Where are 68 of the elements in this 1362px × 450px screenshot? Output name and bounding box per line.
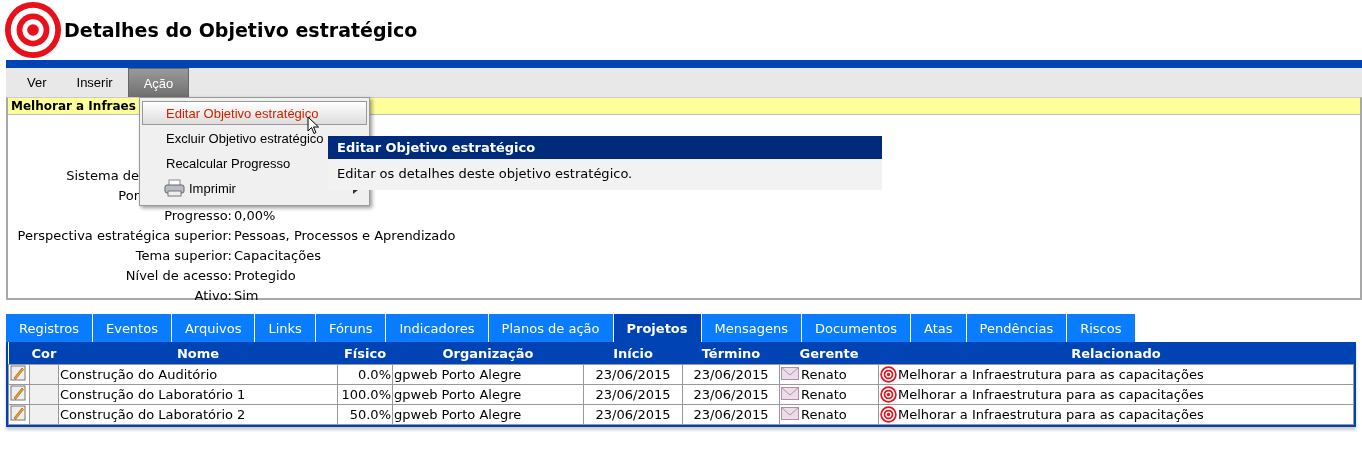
field-label: Perspectiva estratégica superior:	[17, 227, 232, 244]
envelope-icon[interactable]	[781, 386, 799, 400]
menu-item[interactable]: Ver	[12, 68, 62, 97]
table-cell: 23/06/2015	[682, 384, 780, 405]
field-value: 0,00%	[234, 207, 277, 224]
field-value: Protegido	[234, 267, 297, 284]
field-value: Pessoas, Processos e Aprendizado	[234, 227, 457, 244]
menu-item[interactable]: Ação	[127, 68, 190, 97]
tab[interactable]: Planos de ação	[488, 314, 614, 342]
tooltip-title: Editar Objetivo estratégico	[328, 136, 882, 159]
field-value: Capacitações	[234, 247, 322, 264]
tab[interactable]: Indicadores	[386, 314, 489, 342]
field-label: Ativo:	[194, 287, 232, 304]
table-cell: Construção do Laboratório 2	[58, 404, 338, 425]
tab[interactable]: Riscos	[1067, 314, 1136, 342]
field-label: Tema superior:	[135, 247, 232, 264]
table-cell: Renato	[800, 404, 879, 425]
tab[interactable]: Atas	[911, 314, 967, 342]
edit-icon[interactable]	[10, 365, 26, 381]
field-label: Progresso:	[164, 207, 232, 224]
table-cell: 23/06/2015	[583, 364, 683, 385]
column-header: Cor	[29, 342, 59, 365]
column-header: Organização	[392, 342, 584, 365]
tab[interactable]: Links	[255, 314, 316, 342]
table-cell: 23/06/2015	[682, 364, 780, 385]
table-cell: Construção do Laboratório 1	[58, 384, 338, 405]
table-cell: 23/06/2015	[682, 404, 780, 425]
printer-icon	[164, 179, 185, 197]
tab[interactable]: Pendências	[966, 314, 1068, 342]
tab[interactable]: Projetos	[613, 314, 702, 342]
target-icon	[880, 386, 897, 403]
tab[interactable]: Registros	[6, 314, 93, 342]
tooltip-text: Editar os detalhes deste objetivo estratégico.	[336, 165, 634, 183]
tab[interactable]: Arquivos	[171, 314, 256, 342]
tab[interactable]: Documentos	[802, 314, 912, 342]
table-cell: 23/06/2015	[583, 404, 683, 425]
menu-item[interactable]: Inserir	[61, 68, 128, 97]
column-header: Término	[682, 342, 780, 365]
field-label: Por	[118, 187, 139, 204]
table-cell: Construção do Auditório	[58, 364, 338, 385]
field-label: Nível de acesso:	[125, 267, 232, 284]
table-cell: 23/06/2015	[583, 384, 683, 405]
tab[interactable]: Eventos	[92, 314, 172, 342]
column-header: Relacionado	[878, 342, 1354, 365]
column-header: Início	[583, 342, 683, 365]
table-cell: gpweb Porto Alegre	[392, 364, 584, 385]
target-icon	[4, 1, 62, 59]
field-value: Sim	[234, 287, 260, 304]
table-cell: 50.0%	[337, 404, 393, 425]
envelope-icon[interactable]	[781, 406, 799, 420]
tab[interactable]: Mensagens	[701, 314, 802, 342]
edit-icon[interactable]	[10, 405, 26, 421]
table-cell: 100.0%	[337, 384, 393, 405]
column-header: Físico	[337, 342, 393, 365]
menu-item[interactable]: Editar Objetivo estratégico	[142, 101, 367, 125]
tab[interactable]: Fóruns	[315, 314, 387, 342]
column-header: Nome	[58, 342, 338, 365]
table-cell: 0.0%	[337, 364, 393, 385]
table-cell: Renato	[800, 364, 879, 385]
page-title: Detalhes do Objetivo estratégico	[64, 19, 418, 41]
target-icon	[880, 366, 897, 383]
table-cell: gpweb Porto Alegre	[392, 384, 584, 405]
table-cell: Renato	[800, 384, 879, 405]
field-label: Sistema de	[66, 167, 139, 184]
edit-icon[interactable]	[10, 385, 26, 401]
envelope-icon[interactable]	[781, 366, 799, 380]
table-cell: gpweb Porto Alegre	[392, 404, 584, 425]
column-header: Gerente	[779, 342, 879, 365]
